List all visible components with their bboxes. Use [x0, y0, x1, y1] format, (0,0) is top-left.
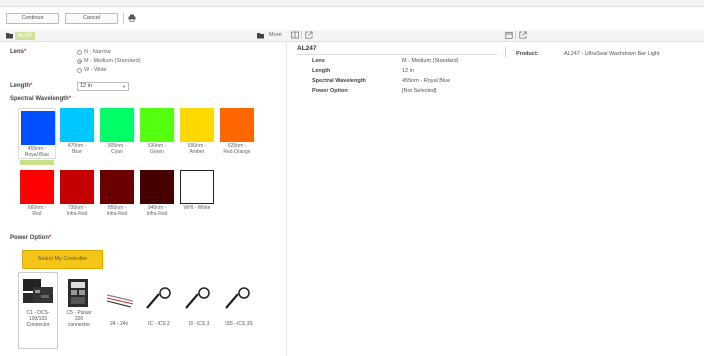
- swatch-caption: 470nm - Blue: [67, 143, 87, 155]
- external-link-icon[interactable]: [519, 31, 527, 39]
- toolbar-divider: [123, 13, 124, 24]
- lens-option-wide[interactable]: W - Wide: [77, 66, 141, 74]
- summary-title: AL247: [297, 45, 317, 52]
- summary-value: M - Medium (Standard): [402, 58, 459, 64]
- swatch-color: [220, 108, 254, 142]
- swatch-caption: 530nm - Green: [147, 143, 167, 155]
- power-option-caption[interactable]: 24 - 24v: [100, 321, 138, 327]
- swatch-caption: 455nm - Royal Blue: [24, 146, 50, 158]
- length-select[interactable]: 12 in ▼: [77, 82, 129, 91]
- external-link-icon[interactable]: [305, 31, 313, 39]
- swatch-color: [21, 111, 55, 145]
- swatch-color: [180, 170, 214, 204]
- swatch-option[interactable]: 470nm - Blue: [58, 108, 96, 155]
- power-option-caption[interactable]: IS5 - iCS 3S: [220, 321, 258, 327]
- continue-button[interactable]: Continue: [6, 13, 59, 24]
- summary-value: [Not Selected]: [402, 88, 437, 94]
- folder-icon: [257, 32, 264, 39]
- power-label: Power Option*: [10, 235, 52, 241]
- dcs-controller-icon[interactable]: [21, 277, 55, 307]
- swatch-option[interactable]: 590nm - Amber: [178, 108, 216, 155]
- swatch-color: [60, 170, 94, 204]
- swatch-option[interactable]: 940nm - Infra-Red: [138, 170, 176, 217]
- lens-label: Lens*: [10, 49, 27, 55]
- select-controller-button[interactable]: Select My Controller: [22, 250, 103, 269]
- columns-icon[interactable]: [291, 31, 299, 39]
- swatch-option[interactable]: 530nm - Green: [138, 108, 176, 155]
- swatch-option[interactable]: 850nm - Infra-Red: [98, 170, 136, 217]
- product-label: Product:: [516, 51, 539, 57]
- swatch-caption: 590nm - Amber: [187, 143, 207, 155]
- swatch-option[interactable]: 660nm - Red: [18, 170, 56, 217]
- swatch-option[interactable]: 625nm - Red Orange: [218, 108, 256, 155]
- summary-key: Spectral Wavelength: [312, 78, 366, 84]
- lens-option-medium[interactable]: M - Medium (Standard): [77, 57, 141, 65]
- swatch-option[interactable]: 455nm - Royal Blue: [18, 108, 56, 159]
- product-divider: [505, 47, 506, 57]
- swatch-option[interactable]: 730nm - Infra-Red: [58, 170, 96, 217]
- summary-divider: [297, 54, 497, 55]
- swatch-color: [180, 108, 214, 142]
- header-bar: [0, 30, 704, 42]
- length-label: Length*: [10, 83, 33, 89]
- power-option-caption[interactable]: C5 - Pulsar 320 connector: [60, 310, 98, 328]
- ics-cable-icon[interactable]: [145, 286, 175, 310]
- summary-key: Power Option: [312, 88, 348, 94]
- wire-leads-icon[interactable]: [105, 289, 135, 309]
- ics-cable-icon[interactable]: [184, 286, 214, 310]
- header-divider: [301, 31, 302, 39]
- ics-cable-icon[interactable]: [224, 286, 254, 310]
- chevron-down-icon: ▼: [122, 84, 126, 89]
- top-strip: [0, 0, 704, 7]
- swatch-color: [140, 108, 174, 142]
- swatch-color: [100, 170, 134, 204]
- swatch-color: [60, 108, 94, 142]
- swatch-caption: 730nm - Infra-Red: [66, 205, 88, 217]
- power-option-caption[interactable]: C1 - DCS- 100/103 Connector: [19, 310, 57, 328]
- summary-key: Lens: [312, 58, 325, 64]
- swatch-caption: 625nm - Red Orange: [223, 143, 251, 155]
- swatch-caption: 940nm - Infra-Red: [146, 205, 168, 217]
- printer-icon[interactable]: [128, 14, 136, 22]
- swatch-option[interactable]: 505nm - Cyan: [98, 108, 136, 155]
- swatch-option[interactable]: WHI - White: [178, 170, 216, 211]
- summary-value: 455nm - Royal Blue: [402, 78, 451, 84]
- lens-radio-group: N - Narrow M - Medium (Standard) W - Wid…: [77, 48, 141, 74]
- power-option-caption[interactable]: IC - iCS 2: [140, 321, 178, 327]
- tab-al247[interactable]: AL247: [15, 32, 36, 40]
- selected-indicator: [20, 160, 54, 165]
- more-link[interactable]: More: [269, 32, 282, 39]
- swatch-caption: WHI - White: [183, 205, 211, 211]
- swatch-color: [20, 170, 54, 204]
- lens-option-narrow[interactable]: N - Narrow: [77, 48, 141, 56]
- summary-key: Length: [312, 68, 331, 74]
- swatch-caption: 660nm - Red: [27, 205, 47, 217]
- swatch-color: [140, 170, 174, 204]
- swatch-color: [100, 108, 134, 142]
- spectral-label: Spectral Wavelength*: [10, 96, 72, 102]
- folder-icon: [6, 32, 13, 39]
- calendar-icon[interactable]: [505, 31, 513, 39]
- panel-divider: [286, 42, 287, 356]
- header-divider: [515, 31, 516, 39]
- product-value: AL247 - UltraSeal Washdown Bar Light: [564, 51, 660, 57]
- pulsar-controller-icon[interactable]: [64, 277, 92, 309]
- summary-value: 12 in: [402, 68, 414, 74]
- power-option-caption[interactable]: I3 - iCS 3: [180, 321, 218, 327]
- swatch-caption: 505nm - Cyan: [107, 143, 127, 155]
- cancel-button[interactable]: Cancel: [65, 13, 118, 24]
- swatch-caption: 850nm - Infra-Red: [106, 205, 128, 217]
